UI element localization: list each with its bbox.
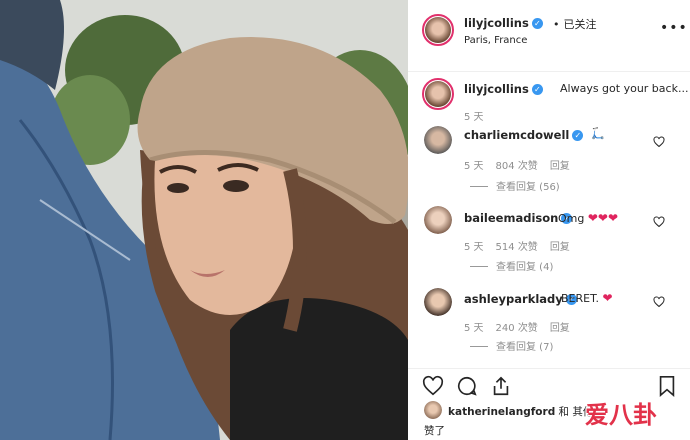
post-header: lilyjcollins ✓ • 已关注 Paris, France ••• xyxy=(408,0,690,72)
commenter-avatar[interactable] xyxy=(424,126,452,154)
comment-text: Omg ❤❤❤ xyxy=(558,211,619,225)
comment-meta: 5 天 804 次赞 回复 xyxy=(464,161,570,172)
comment-username[interactable]: ashleyparklady ✓ xyxy=(464,292,577,306)
author-username[interactable]: lilyjcollins ✓ xyxy=(464,16,543,30)
post-photo[interactable] xyxy=(0,0,408,440)
red-heart-icon: ❤ xyxy=(602,291,613,305)
comment-like-heart-icon[interactable] xyxy=(653,216,665,228)
caption-age: 5 天 xyxy=(464,112,484,123)
liker-avatar[interactable] xyxy=(424,401,442,419)
verified-badge-icon: ✓ xyxy=(531,84,543,95)
photo-illustration xyxy=(0,0,408,440)
comment-like-heart-icon[interactable] xyxy=(653,136,665,148)
heart-icon[interactable] xyxy=(422,375,444,397)
likes-summary[interactable]: katherinelangford 和 其他 xyxy=(448,404,593,419)
reply-button[interactable]: 回复 xyxy=(550,242,570,253)
likes-summary-end: 赞了 xyxy=(424,425,445,437)
comment-like-heart-icon[interactable] xyxy=(653,296,665,308)
commenter-avatar[interactable] xyxy=(424,206,452,234)
view-replies-button[interactable]: 查看回复 (4) xyxy=(470,258,553,273)
red-heart-icon: ❤ xyxy=(597,211,608,225)
site-watermark: 爱八卦 xyxy=(585,401,657,429)
more-options-icon[interactable]: ••• xyxy=(660,20,688,36)
view-replies-button[interactable]: 查看回复 (56) xyxy=(470,178,560,193)
reply-button[interactable]: 回复 xyxy=(550,323,570,334)
post-location[interactable]: Paris, France xyxy=(464,35,527,46)
comment-meta: 5 天 514 次赞 回复 xyxy=(464,242,570,253)
share-icon[interactable] xyxy=(490,375,512,397)
comment-text: BERET. ❤ xyxy=(561,291,613,305)
caption-text: Always got your back... xyxy=(560,82,689,95)
caption-avatar[interactable] xyxy=(422,78,454,110)
comment-meta: 5 天 240 次赞 回复 xyxy=(464,323,570,334)
comment-icon[interactable] xyxy=(456,375,478,397)
reply-button[interactable]: 回复 xyxy=(550,161,570,172)
post-sidebar: lilyjcollins ✓ • 已关注 Paris, France ••• lil… xyxy=(408,0,690,440)
follow-status[interactable]: • 已关注 xyxy=(553,16,597,32)
verified-badge-icon: ✓ xyxy=(572,130,584,141)
comment-text: 🛴 xyxy=(591,127,605,140)
comment-username[interactable]: baileemadison ✓ xyxy=(464,211,573,225)
author-avatar[interactable] xyxy=(422,14,454,46)
red-heart-icon: ❤ xyxy=(607,211,619,225)
comment-username[interactable]: charliemcdowell ✓ xyxy=(464,128,584,142)
red-heart-icon: ❤ xyxy=(587,211,598,225)
verified-badge-icon: ✓ xyxy=(531,18,543,29)
view-replies-button[interactable]: 查看回复 (7) xyxy=(470,338,553,353)
caption-username[interactable]: lilyjcollins ✓ xyxy=(464,82,543,96)
bookmark-icon[interactable] xyxy=(656,375,678,397)
commenter-avatar[interactable] xyxy=(424,288,452,316)
